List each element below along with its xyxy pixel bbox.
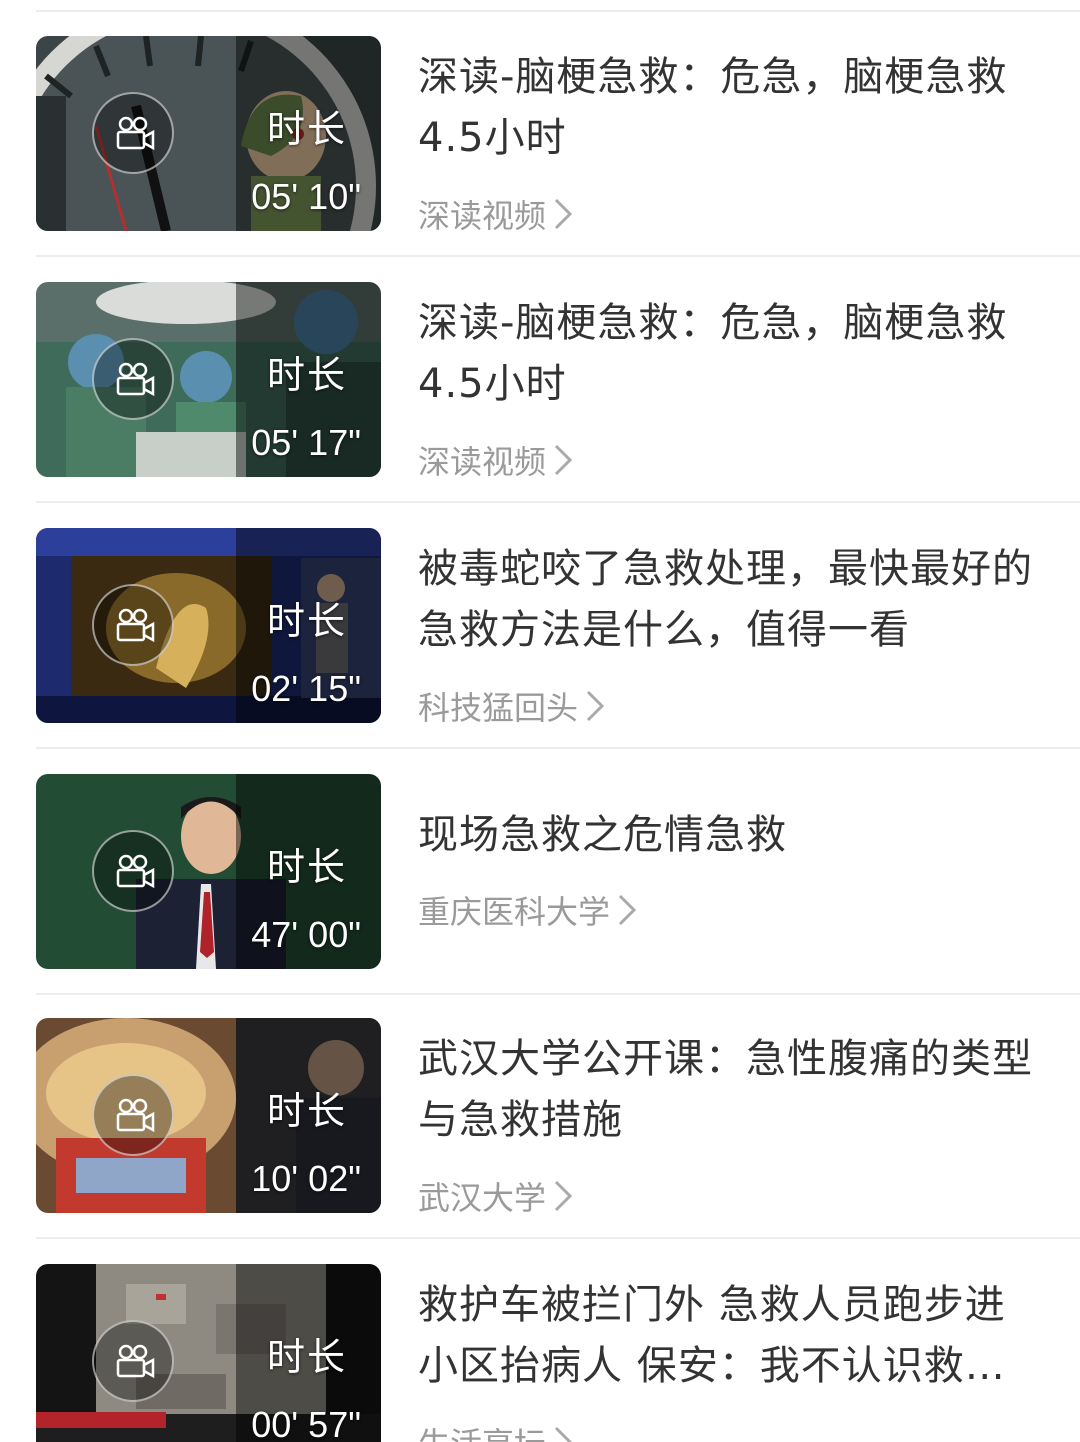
video-title[interactable]: 深读-脑梗急救：危急，脑梗急救4.5小时: [418, 293, 1038, 415]
duration-value: 47' 00": [251, 914, 361, 955]
source-name: 深读视频: [418, 443, 547, 481]
video-camera-icon: [92, 92, 174, 174]
chevron-right-icon: [554, 198, 573, 230]
source-name: 科技猛回头: [418, 689, 579, 727]
video-list-item[interactable]: 时长 05' 17" 深读-脑梗急救：危急，脑梗急救4.5小时 深读视频: [0, 257, 1080, 503]
duration-value: 10' 02": [251, 1158, 361, 1199]
video-camera-icon: [92, 1074, 174, 1156]
video-thumbnail[interactable]: 时长 05' 17": [36, 282, 381, 477]
chevron-right-icon: [554, 1180, 573, 1212]
duration-label: 时长: [266, 599, 347, 643]
video-title[interactable]: 深读-脑梗急救：危急，脑梗急救4.5小时: [418, 47, 1038, 169]
duration-label: 时长: [266, 107, 347, 151]
video-thumbnail[interactable]: 时长 05' 10": [36, 36, 381, 231]
video-source[interactable]: 科技猛回头: [418, 683, 606, 729]
duration-label: 时长: [266, 1089, 347, 1133]
video-title[interactable]: 武汉大学公开课：急性腹痛的类型与急救措施: [418, 1029, 1038, 1151]
duration-value: 05' 10": [251, 176, 361, 217]
source-name: 重庆医科大学: [418, 893, 611, 931]
video-thumbnail[interactable]: 时长 02' 15": [36, 528, 381, 723]
video-list-item[interactable]: 时长 47' 00" 现场急救之危情急救 重庆医科大学: [0, 749, 1080, 995]
duration-value: 02' 15": [251, 668, 361, 709]
video-source[interactable]: 武汉大学: [418, 1173, 574, 1219]
duration-label: 时长: [266, 845, 347, 889]
video-list: 时长 05' 10" 深读-脑梗急救：危急，脑梗急救4.5小时 深读视频 时长 …: [0, 0, 1080, 1442]
video-thumbnail[interactable]: 时长 10' 02": [36, 1018, 381, 1213]
video-source[interactable]: 重庆医科大学: [418, 887, 638, 933]
duration-label: 时长: [266, 1335, 347, 1379]
duration-value: 05' 17": [251, 422, 361, 463]
video-source[interactable]: 生活享坛: [418, 1419, 574, 1442]
chevron-right-icon: [618, 894, 637, 926]
video-title[interactable]: 被毒蛇咬了急救处理，最快最好的急救方法是什么，值得一看: [418, 539, 1038, 661]
video-list-item[interactable]: 时长 10' 02" 武汉大学公开课：急性腹痛的类型与急救措施 武汉大学: [0, 993, 1080, 1239]
video-thumbnail[interactable]: 时长 00' 57": [36, 1264, 381, 1442]
duration-value: 00' 57": [251, 1404, 361, 1442]
duration-label: 时长: [266, 353, 347, 397]
video-list-item[interactable]: 时长 05' 10" 深读-脑梗急救：危急，脑梗急救4.5小时 深读视频: [0, 11, 1080, 257]
video-camera-icon: [92, 584, 174, 666]
chevron-right-icon: [554, 1426, 573, 1442]
video-thumbnail[interactable]: 时长 47' 00": [36, 774, 381, 969]
video-list-item[interactable]: 时长 02' 15" 被毒蛇咬了急救处理，最快最好的急救方法是什么，值得一看 科…: [0, 503, 1080, 749]
video-title[interactable]: 救护车被拦门外 急救人员跑步进小区抬病人 保安：我不认识救…: [418, 1275, 1038, 1397]
video-title[interactable]: 现场急救之危情急救: [418, 805, 1038, 866]
video-source[interactable]: 深读视频: [418, 191, 574, 237]
source-name: 深读视频: [418, 197, 547, 235]
video-source[interactable]: 深读视频: [418, 437, 574, 483]
video-camera-icon: [92, 830, 174, 912]
source-name: 生活享坛: [418, 1419, 546, 1442]
chevron-right-icon: [586, 690, 605, 722]
source-name: 武汉大学: [418, 1179, 547, 1217]
chevron-right-icon: [554, 444, 573, 476]
video-camera-icon: [92, 338, 174, 420]
video-camera-icon: [92, 1320, 174, 1402]
video-list-item[interactable]: 时长 00' 57" 救护车被拦门外 急救人员跑步进小区抬病人 保安：我不认识救…: [0, 1239, 1080, 1442]
